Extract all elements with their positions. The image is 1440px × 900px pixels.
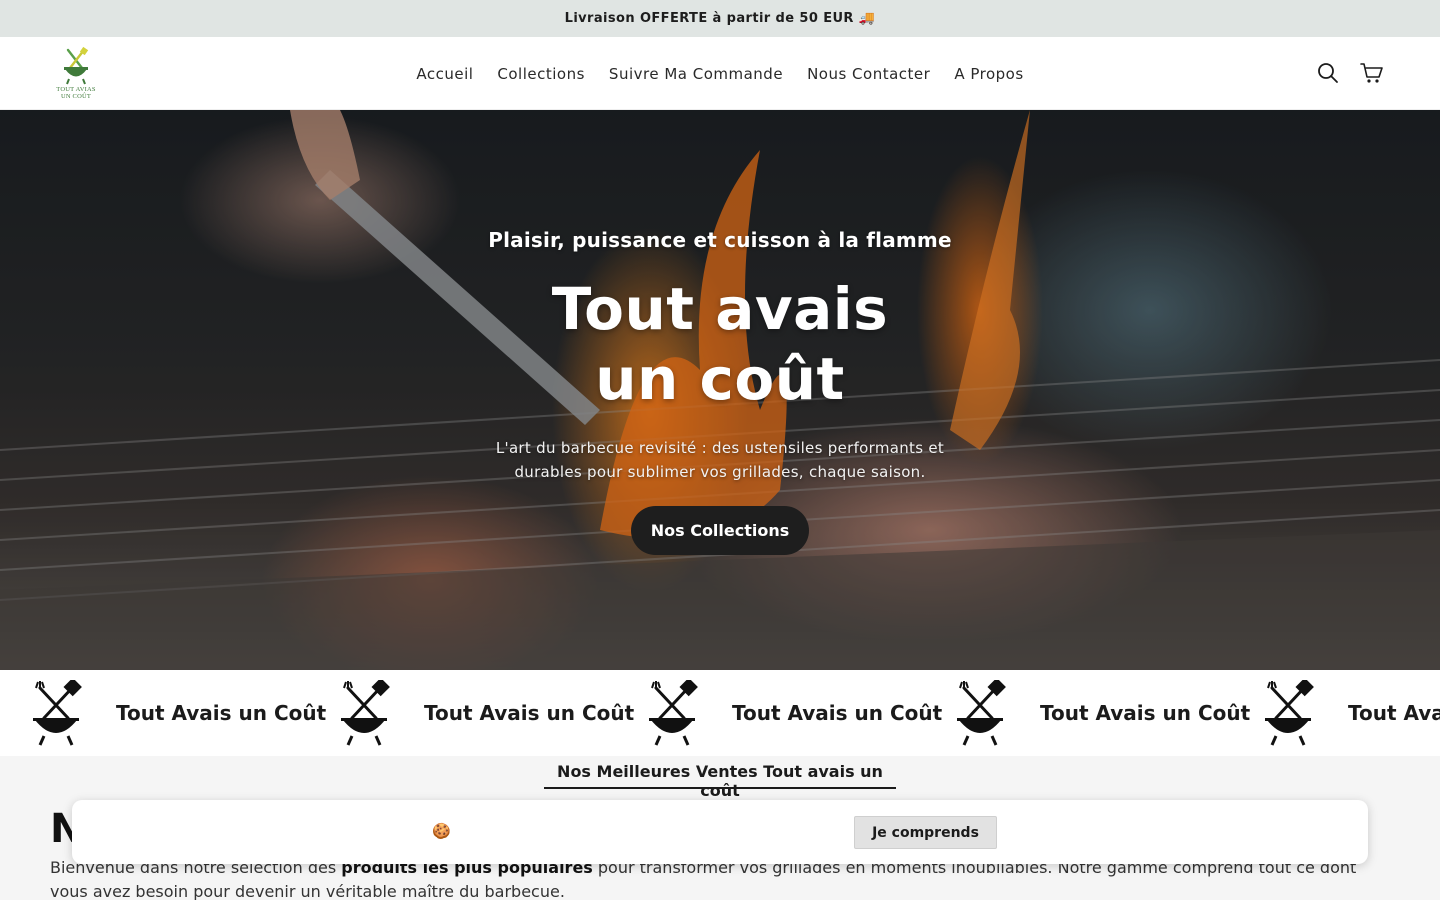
logo-text-line1: TOUT AVIAS	[56, 86, 96, 93]
site-header: TOUT AVIAS UN COÛT Accueil Collections S…	[0, 37, 1440, 110]
bbq-grill-icon	[957, 680, 1006, 746]
marquee-text: Tout Avais un Coût	[732, 701, 943, 725]
cookie-banner: 🍪 Je comprends	[72, 800, 1368, 864]
bbq-grill-icon	[1265, 680, 1314, 746]
marquee-item: Tout Avais un Coût	[338, 680, 646, 746]
logo-text-line2: UN COÛT	[60, 93, 92, 100]
hero-title: Tout avais un coût	[551, 275, 889, 413]
marquee-track: Tout Avais un Coût Tout Avais un Coût To…	[30, 680, 1440, 746]
search-icon	[1318, 63, 1338, 83]
brand-logo[interactable]: TOUT AVIAS UN COÛT	[50, 46, 102, 102]
hero-eyebrow: Plaisir, puissance et cuisson à la flamm…	[488, 228, 952, 252]
logo-grill-icon	[64, 46, 89, 85]
bbq-grill-icon	[341, 680, 390, 746]
nav-item-accueil[interactable]: Accueil	[404, 65, 485, 83]
nav-item-suivre-commande[interactable]: Suivre Ma Commande	[597, 65, 795, 83]
cart-button[interactable]	[1360, 57, 1384, 89]
marquee-item: Tout Avais un Coût	[1262, 680, 1440, 746]
announcement-text: Livraison OFFERTE à partir de 50 EUR 🚚	[564, 11, 876, 26]
main-nav: Accueil Collections Suivre Ma Commande N…	[0, 37, 1440, 110]
hero-content: Plaisir, puissance et cuisson à la flamm…	[0, 228, 1440, 555]
marquee-text: Tout Avais un Coût	[116, 701, 327, 725]
marquee-item: Tout Avais un Coût	[646, 680, 954, 746]
nav-item-nous-contacter[interactable]: Nous Contacter	[795, 65, 942, 83]
marquee-item: Tout Avais un Coût	[954, 680, 1262, 746]
cookie-icon: 🍪	[432, 822, 451, 840]
nos-collections-button[interactable]: Nos Collections	[630, 506, 810, 555]
marquee-item: Tout Avais un Coût	[30, 680, 338, 746]
nav-item-collections[interactable]: Collections	[485, 65, 597, 83]
cart-icon	[1360, 63, 1383, 83]
accept-cookies-button[interactable]: Je comprends	[854, 816, 997, 849]
marquee-text: Tout Avais un Coût	[1040, 701, 1251, 725]
marquee-text: Tout Avais un Coût	[1348, 701, 1440, 725]
nav-item-a-propos[interactable]: A Propos	[942, 65, 1035, 83]
bbq-grill-icon	[33, 680, 82, 746]
hero-banner: Plaisir, puissance et cuisson à la flamm…	[0, 110, 1440, 670]
search-button[interactable]	[1316, 57, 1340, 89]
hero-subtitle: L'art du barbecue revisité : des ustensi…	[495, 439, 945, 481]
tab-meilleures-ventes[interactable]: Nos Meilleures Ventes Tout avais un coût	[544, 756, 896, 800]
brand-marquee: Tout Avais un Coût Tout Avais un Coût To…	[0, 670, 1440, 756]
marquee-text: Tout Avais un Coût	[424, 701, 635, 725]
header-actions	[1316, 57, 1384, 89]
announcement-bar: Livraison OFFERTE à partir de 50 EUR 🚚	[0, 0, 1440, 37]
bbq-grill-icon	[649, 680, 698, 746]
